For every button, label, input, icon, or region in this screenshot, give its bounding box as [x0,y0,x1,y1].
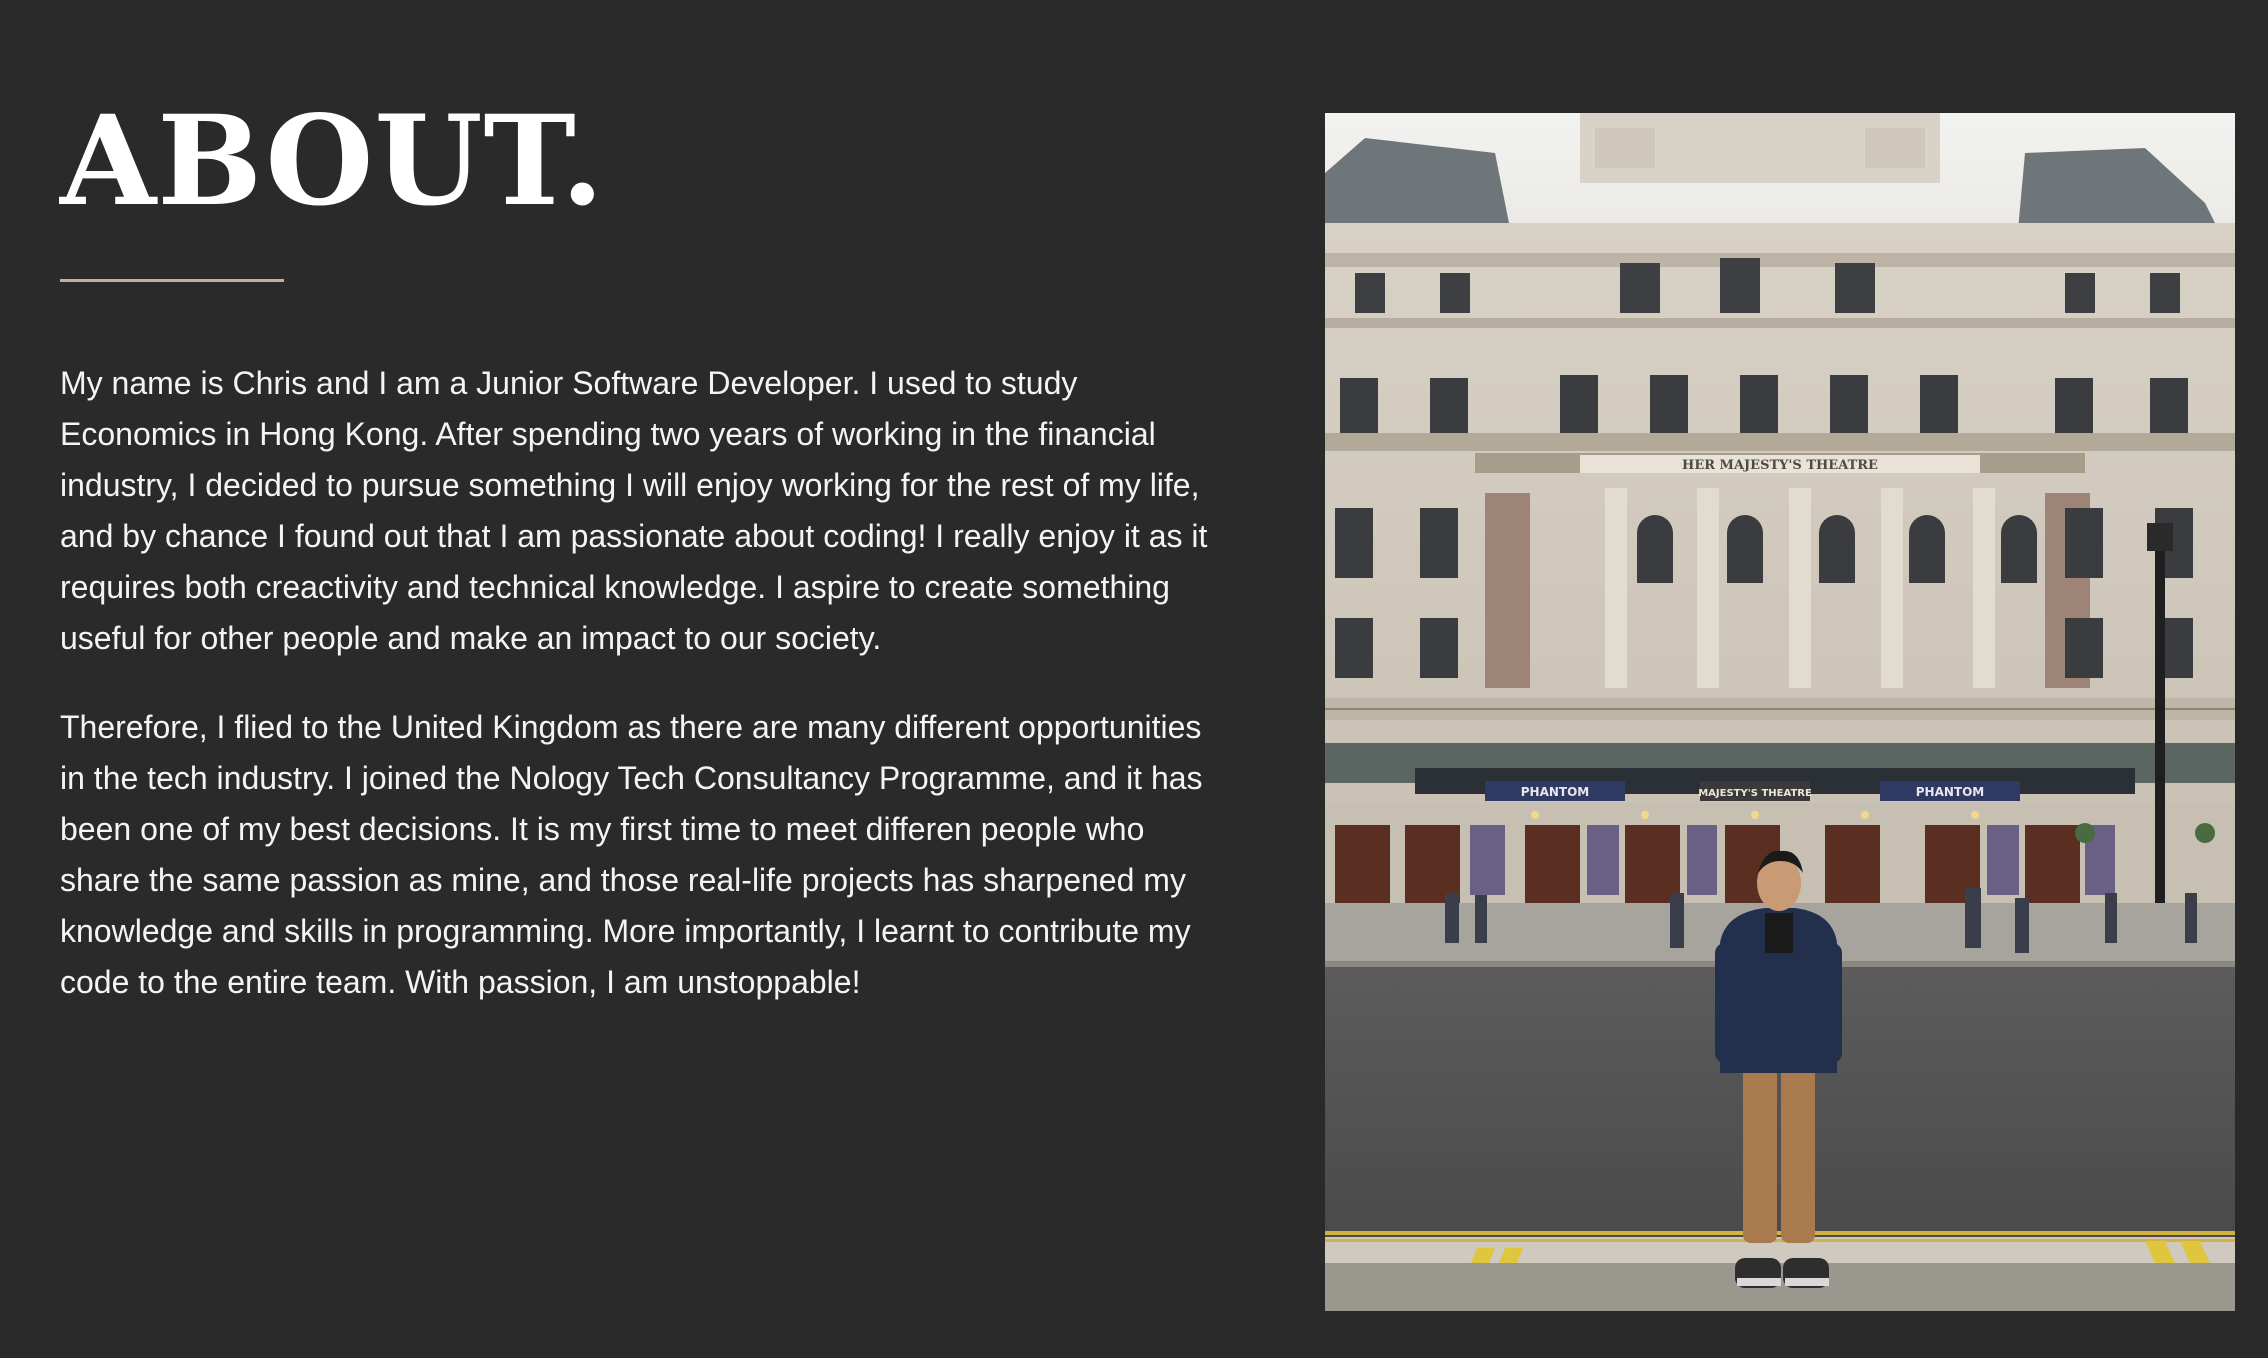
page-title: ABOUT. [60,89,605,234]
about-text-column: ABOUT. My name is Chris and I am a Junio… [60,89,1220,1000]
banner-left-text: PHANTOM [1521,785,1590,799]
bio-paragraph-2: Therefore, I flied to the United Kingdom… [60,709,1203,1000]
theatre-photo-illustration: HER MAJESTY'S THEATRE PHANTOM MAJESTY'S … [1325,113,2235,1311]
title-underline [60,279,284,282]
profile-photo: HER MAJESTY'S THEATRE PHANTOM MAJESTY'S … [1325,113,2235,1311]
about-section: ABOUT. My name is Chris and I am a Junio… [0,0,2268,1358]
bio-paragraph-1: My name is Chris and I am a Junior Softw… [60,365,1208,656]
banner-center-text: MAJESTY'S THEATRE [1698,788,1812,799]
banner-right-text: PHANTOM [1916,785,1985,799]
theatre-sign-text: HER MAJESTY'S THEATRE [1682,458,1878,473]
bio: My name is Chris and I am a Junior Softw… [60,358,1220,1046]
